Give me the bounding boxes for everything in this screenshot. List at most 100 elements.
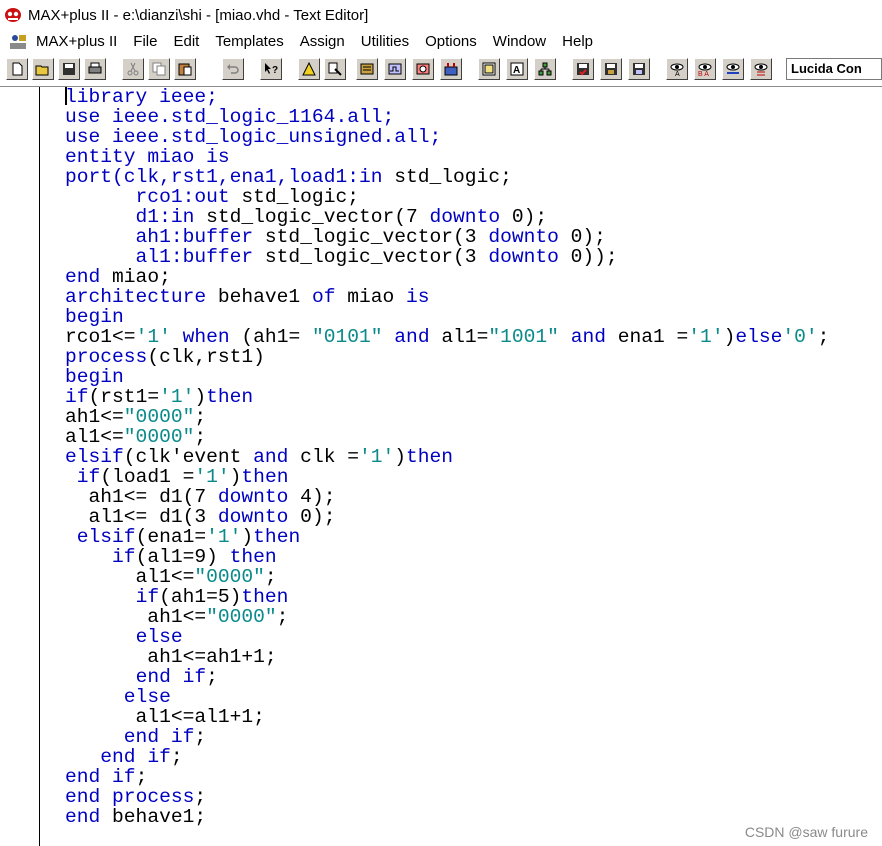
code-token: (clk,rst1) bbox=[147, 346, 265, 368]
code-token: "0000" bbox=[123, 426, 195, 448]
find-next-icon[interactable] bbox=[722, 58, 744, 80]
code-token: '1' bbox=[688, 326, 724, 348]
timing-icon[interactable] bbox=[412, 58, 434, 80]
code-line: ah1<="0000"; bbox=[65, 607, 829, 627]
save-icon[interactable] bbox=[58, 58, 80, 80]
code-token: if bbox=[76, 466, 101, 488]
code-token: ah1<= d1(7 bbox=[65, 486, 218, 508]
save-simulate-icon[interactable] bbox=[628, 58, 650, 80]
menu-bar: MAX+plus II File Edit Templates Assign U… bbox=[0, 30, 882, 54]
code-token: else bbox=[123, 686, 171, 708]
replace-icon[interactable]: B A bbox=[694, 58, 716, 80]
menu-edit[interactable]: Edit bbox=[165, 31, 207, 53]
code-token: (load1 = bbox=[100, 466, 195, 488]
system-menu-icon[interactable] bbox=[8, 33, 30, 51]
code-line: ah1<="0000"; bbox=[65, 407, 829, 427]
code-token: end bbox=[100, 746, 136, 768]
copy-icon[interactable] bbox=[148, 58, 170, 80]
code-token: ah1<=ah1+1; bbox=[65, 646, 277, 668]
menu-help[interactable]: Help bbox=[554, 31, 601, 53]
code-token: when bbox=[182, 326, 230, 348]
code-token: if bbox=[147, 746, 171, 768]
find-icon[interactable]: A bbox=[666, 58, 688, 80]
code-token: all bbox=[347, 106, 383, 128]
code-token: miao bbox=[135, 146, 207, 168]
simulate-icon[interactable] bbox=[384, 58, 406, 80]
code-token: use bbox=[65, 126, 101, 148]
menu-templates[interactable]: Templates bbox=[207, 31, 291, 53]
code-line: use ieee.std_logic_unsigned.all; bbox=[65, 127, 829, 147]
save-compile-icon[interactable] bbox=[600, 58, 622, 80]
code-token: begin bbox=[65, 366, 124, 388]
menu-assign[interactable]: Assign bbox=[292, 31, 353, 53]
code-token: std_logic; bbox=[229, 186, 359, 208]
program-icon[interactable] bbox=[440, 58, 462, 80]
code-token: begin bbox=[65, 306, 124, 328]
menu-file[interactable]: File bbox=[125, 31, 165, 53]
code-token: else bbox=[135, 626, 183, 648]
code-token: rco1<= bbox=[65, 326, 136, 348]
code-token: library ieee; bbox=[65, 87, 218, 108]
code-token: ; bbox=[276, 606, 289, 628]
code-line: if(load1 ='1')then bbox=[65, 467, 829, 487]
code-token: then bbox=[241, 466, 289, 488]
code-token: al1<= bbox=[65, 426, 124, 448]
project-icon[interactable]: A bbox=[506, 58, 528, 80]
code-token: if bbox=[112, 546, 136, 568]
code-token: process bbox=[65, 346, 148, 368]
code-token: ; bbox=[194, 426, 207, 448]
code-line: al1<="0000"; bbox=[65, 427, 829, 447]
menu-utilities[interactable]: Utilities bbox=[353, 31, 417, 53]
code-line: end if; bbox=[65, 747, 829, 767]
floorplan-icon[interactable] bbox=[478, 58, 500, 80]
print-icon[interactable] bbox=[84, 58, 106, 80]
font-selector[interactable]: Lucida Con bbox=[786, 58, 882, 80]
code-token: architecture bbox=[65, 286, 207, 308]
code-token: ena1 = bbox=[605, 326, 689, 348]
code-token: is bbox=[406, 286, 430, 308]
hierarchy-icon[interactable] bbox=[324, 58, 346, 80]
save-check-icon[interactable] bbox=[572, 58, 594, 80]
code-token: "0000" bbox=[206, 606, 277, 628]
new-icon[interactable] bbox=[6, 58, 28, 80]
undo-icon[interactable] bbox=[222, 58, 244, 80]
code-token: (ena1= bbox=[135, 526, 207, 548]
paste-icon[interactable] bbox=[174, 58, 196, 80]
compile-icon[interactable] bbox=[356, 58, 378, 80]
code-token: downto bbox=[217, 506, 289, 528]
code-token: (al1=9) bbox=[135, 546, 230, 568]
top-level-icon[interactable] bbox=[534, 58, 556, 80]
help-pointer-icon[interactable]: ? bbox=[260, 58, 282, 80]
code-token: std_logic; bbox=[382, 166, 512, 188]
code-token: std_logic_vector(3 bbox=[253, 246, 489, 268]
open-icon[interactable] bbox=[32, 58, 54, 80]
find-prev-icon[interactable] bbox=[750, 58, 772, 80]
code-token: in bbox=[358, 166, 383, 188]
code-line: end miao; bbox=[65, 267, 829, 287]
code-token: of bbox=[311, 286, 336, 308]
code-token: ) bbox=[194, 386, 207, 408]
code-token: ) bbox=[394, 446, 407, 468]
text-editor[interactable]: library ieee; use ieee.std_logic_1164.all… bbox=[40, 87, 882, 846]
code-line: d1:in std_logic_vector(7 downto 0); bbox=[65, 207, 829, 227]
code-token: al1<= bbox=[65, 566, 195, 588]
menu-window[interactable]: Window bbox=[485, 31, 554, 53]
code-token: end bbox=[65, 266, 101, 288]
code-line: end if; bbox=[65, 727, 829, 747]
cut-icon[interactable] bbox=[122, 58, 144, 80]
code-token: end bbox=[123, 726, 160, 748]
warning-icon[interactable] bbox=[298, 58, 320, 80]
code-token: 0); bbox=[500, 206, 548, 228]
menu-options[interactable]: Options bbox=[417, 31, 485, 53]
code-line: begin bbox=[65, 367, 829, 387]
code-area[interactable]: library ieee; use ieee.std_logic_1164.all… bbox=[65, 87, 829, 827]
menu-max-plus-ii[interactable]: MAX+plus II bbox=[36, 31, 125, 53]
code-line: library ieee; bbox=[65, 87, 829, 107]
